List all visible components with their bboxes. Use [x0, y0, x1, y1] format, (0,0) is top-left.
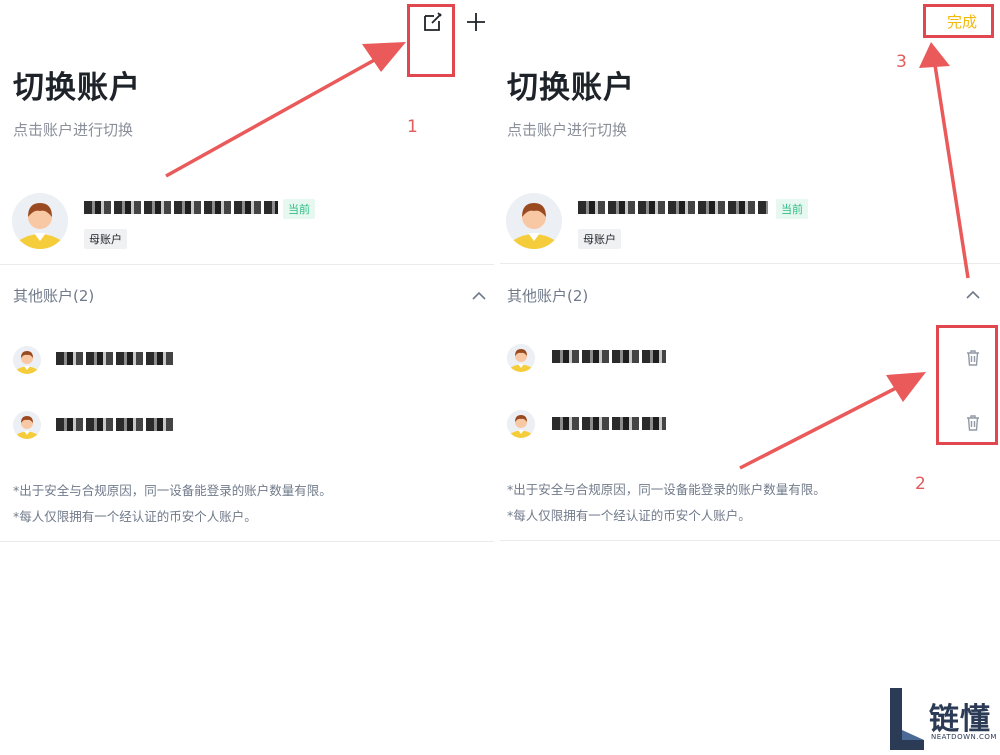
annotation-step-1: 1	[407, 117, 418, 137]
divider	[0, 541, 494, 542]
divider	[0, 264, 494, 265]
divider	[500, 540, 1000, 541]
chevron-up-icon[interactable]	[471, 288, 487, 304]
page-subtitle: 点击账户进行切换	[13, 121, 134, 139]
current-account-name-masked	[578, 201, 768, 214]
note-line-2: *每人仅限拥有一个经认证的币安个人账户。	[13, 509, 257, 524]
current-account-name-masked	[84, 201, 278, 214]
other-account-name-masked[interactable]	[56, 352, 174, 365]
other-account-name-masked[interactable]	[552, 417, 666, 430]
other-account-name-masked[interactable]	[56, 418, 174, 431]
other-account-name-masked[interactable]	[552, 350, 666, 363]
page-title: 切换账户	[507, 70, 635, 106]
left-panel: 切换账户 点击账户进行切换 当前 母账户 其他账户(2) *出于安全与合规原因，…	[0, 0, 494, 755]
other-account-avatar[interactable]	[507, 410, 535, 438]
right-panel: 切换账户 点击账户进行切换 当前 母账户 其他账户(2) *出于安全与合规原因，…	[500, 0, 1000, 755]
note-line-1: *出于安全与合规原因，同一设备能登录的账户数量有限。	[507, 482, 826, 497]
main-account-badge: 母账户	[84, 229, 127, 249]
annotation-box-done	[923, 4, 994, 38]
chevron-up-icon[interactable]	[965, 287, 981, 303]
current-account-avatar[interactable]	[506, 193, 562, 249]
note-line-1: *出于安全与合规原因，同一设备能登录的账户数量有限。	[13, 483, 332, 498]
current-account-avatar[interactable]	[12, 193, 68, 249]
divider	[500, 263, 1000, 264]
other-account-avatar[interactable]	[507, 344, 535, 372]
other-accounts-label: 其他账户(2)	[13, 287, 95, 305]
annotation-step-2: 2	[915, 474, 926, 494]
plus-icon[interactable]	[464, 10, 488, 34]
note-line-2: *每人仅限拥有一个经认证的币安个人账户。	[507, 508, 751, 523]
annotation-box-edit	[407, 4, 455, 77]
other-accounts-label: 其他账户(2)	[507, 287, 589, 305]
logo-text: 链懂	[929, 702, 991, 737]
other-account-avatar[interactable]	[13, 346, 41, 374]
main-account-badge: 母账户	[578, 229, 621, 249]
other-account-avatar[interactable]	[13, 411, 41, 439]
annotation-step-3: 3	[896, 52, 907, 72]
current-badge: 当前	[283, 199, 315, 219]
page-subtitle: 点击账户进行切换	[507, 121, 628, 139]
page-title: 切换账户	[13, 70, 141, 106]
current-badge: 当前	[776, 199, 808, 219]
annotation-box-trash	[936, 325, 998, 445]
logo-subtext: NEATDOWN.COM	[931, 733, 997, 741]
